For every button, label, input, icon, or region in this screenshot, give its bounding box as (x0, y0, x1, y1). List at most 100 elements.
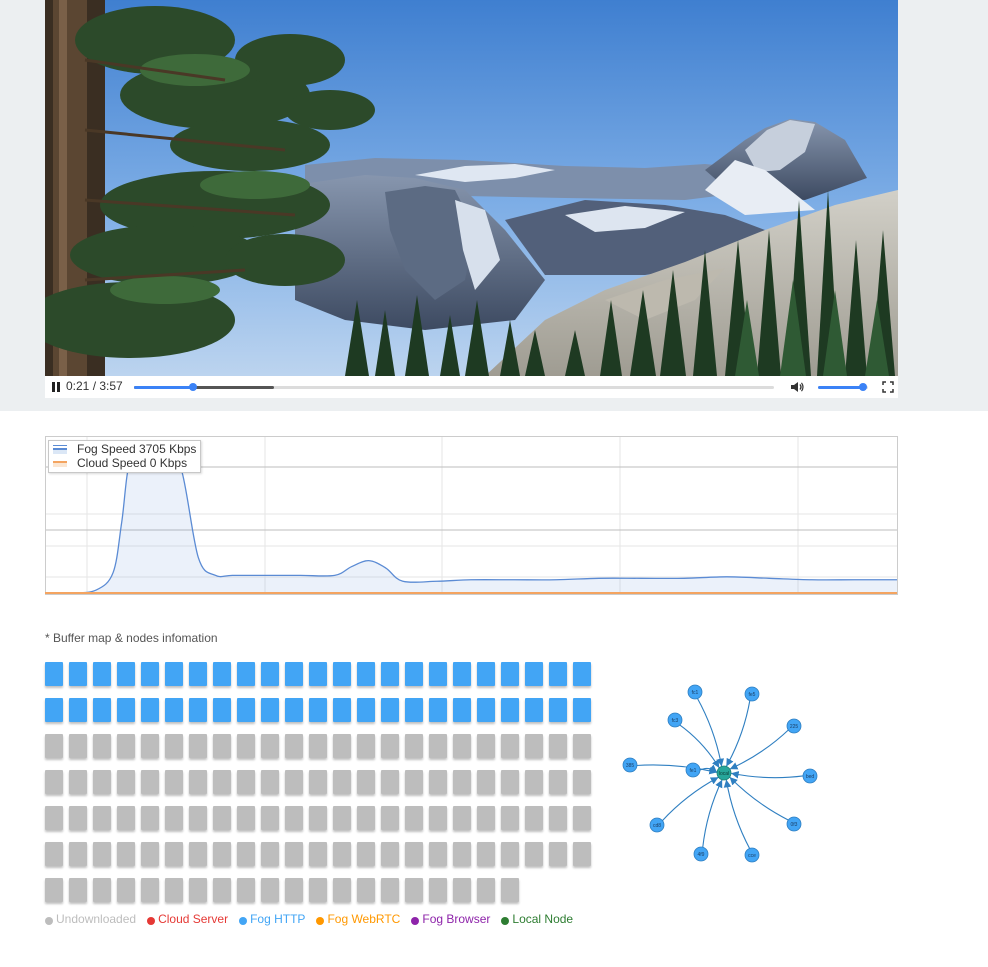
peer-node-label: bed (806, 774, 815, 780)
buffer-block-undownloaded (453, 806, 471, 830)
peer-edge (729, 776, 790, 821)
buffer-block-undownloaded (405, 842, 423, 866)
video-frame[interactable] (45, 0, 898, 376)
video-player[interactable]: 0:21 / 3:57 (45, 0, 898, 398)
legend-swatch-cloud (53, 459, 67, 467)
peer-edge (661, 776, 719, 822)
buffer-block-undownloaded (477, 734, 495, 758)
buffer-block-undownloaded (453, 770, 471, 794)
buffer-block-fog-http (549, 662, 567, 686)
buffer-map-title: * Buffer map & nodes infomation (45, 631, 218, 645)
node-graph-canvas: fc1 fe5 fc3 225 385 fe1 bed cd8 0f3 4f9 cce local (622, 684, 818, 863)
buffer-block-undownloaded (261, 806, 279, 830)
buffer-block-fog-http (45, 662, 63, 686)
played-range (134, 386, 193, 389)
buffer-block-fog-http (453, 698, 471, 722)
volume-icon[interactable] (790, 381, 804, 393)
legend-key-dot (147, 916, 156, 925)
legend-label-cloud: Cloud Speed 0 Kbps (77, 456, 188, 470)
legend-key-dot (316, 916, 325, 925)
buffer-block-undownloaded (309, 842, 327, 866)
buffer-block-fog-http (333, 662, 351, 686)
buffer-block-undownloaded (309, 878, 327, 902)
peer-edge (729, 728, 790, 770)
pause-icon[interactable] (51, 382, 61, 392)
peer-edge (696, 697, 725, 767)
buffer-block-fog-http (453, 662, 471, 686)
buffer-block-undownloaded (93, 878, 111, 902)
peer-edge (730, 770, 805, 779)
buffer-block-undownloaded (165, 734, 183, 758)
buffer-block-fog-http (501, 698, 519, 722)
peer-edge (725, 699, 751, 767)
buffer-block-undownloaded (525, 842, 543, 866)
buffer-block-undownloaded (525, 806, 543, 830)
buffer-block-undownloaded (549, 842, 567, 866)
peer-node-label: 225 (790, 724, 799, 730)
buffer-block-undownloaded (237, 842, 255, 866)
seek-handle[interactable] (188, 383, 197, 391)
buffer-block-undownloaded (69, 770, 87, 794)
buffer-block-undownloaded (309, 806, 327, 830)
player-controls: 0:21 / 3:57 (45, 376, 898, 398)
buffer-block-undownloaded (45, 734, 63, 758)
legend-key-dot (239, 916, 248, 925)
buffer-block-undownloaded (573, 770, 591, 794)
buffer-block-fog-http (573, 698, 591, 722)
buffer-block-undownloaded (141, 878, 159, 902)
buffer-map-legend: Undownloaded Cloud Server Fog HTTP Fog WebR… (45, 912, 584, 926)
legend-key-label: Local Node (512, 912, 574, 926)
buffer-block-undownloaded (429, 842, 447, 866)
buffer-block-fog-http (309, 698, 327, 722)
buffer-block-undownloaded (429, 770, 447, 794)
buffer-block-undownloaded (501, 842, 519, 866)
buffer-block-undownloaded (261, 770, 279, 794)
buffer-block-fog-http (285, 662, 303, 686)
seek-bar[interactable] (134, 383, 774, 391)
buffer-block-undownloaded (285, 734, 303, 758)
buffer-block-undownloaded (165, 806, 183, 830)
buffer-block-fog-http (261, 698, 279, 722)
buffer-block-undownloaded (141, 842, 159, 866)
buffer-block-undownloaded (549, 806, 567, 830)
local-node-label: local (719, 771, 729, 777)
buffer-block-undownloaded (285, 842, 303, 866)
volume-slider[interactable] (818, 383, 868, 391)
buffer-block-undownloaded (501, 770, 519, 794)
buffer-block-undownloaded (237, 734, 255, 758)
buffer-block-undownloaded (501, 734, 519, 758)
peer-edge (678, 723, 720, 769)
buffer-block-undownloaded (381, 842, 399, 866)
buffer-block-fog-http (357, 698, 375, 722)
peer-node-label: cce (748, 853, 756, 859)
buffer-block-undownloaded (333, 842, 351, 866)
buffer-block-fog-http (501, 662, 519, 686)
buffer-block-undownloaded (573, 734, 591, 758)
buffer-block-undownloaded (165, 842, 183, 866)
buffer-block-undownloaded (45, 878, 63, 902)
buffer-block-fog-http (189, 662, 207, 686)
buffer-block-undownloaded (117, 878, 135, 902)
buffer-block-undownloaded (69, 878, 87, 902)
buffer-block-undownloaded (357, 770, 375, 794)
buffer-block-undownloaded (309, 734, 327, 758)
buffer-block-fog-http (117, 698, 135, 722)
buffer-block-undownloaded (429, 734, 447, 758)
fullscreen-icon[interactable] (882, 381, 894, 393)
buffer-block-undownloaded (525, 734, 543, 758)
buffer-block-undownloaded (45, 770, 63, 794)
peer-edge (723, 779, 751, 850)
buffer-block-undownloaded (213, 734, 231, 758)
buffer-block-undownloaded (117, 842, 135, 866)
buffer-block-undownloaded (381, 734, 399, 758)
buffer-block-undownloaded (237, 878, 255, 902)
buffer-block-undownloaded (405, 806, 423, 830)
buffer-block-undownloaded (333, 878, 351, 902)
buffer-block-undownloaded (165, 878, 183, 902)
legend-label-fog: Fog Speed 3705 Kbps (77, 442, 197, 456)
buffer-block-undownloaded (165, 770, 183, 794)
volume-handle[interactable] (859, 383, 867, 391)
buffer-block-fog-http (309, 662, 327, 686)
buffer-block-undownloaded (357, 878, 375, 902)
peer-edge (702, 779, 723, 849)
